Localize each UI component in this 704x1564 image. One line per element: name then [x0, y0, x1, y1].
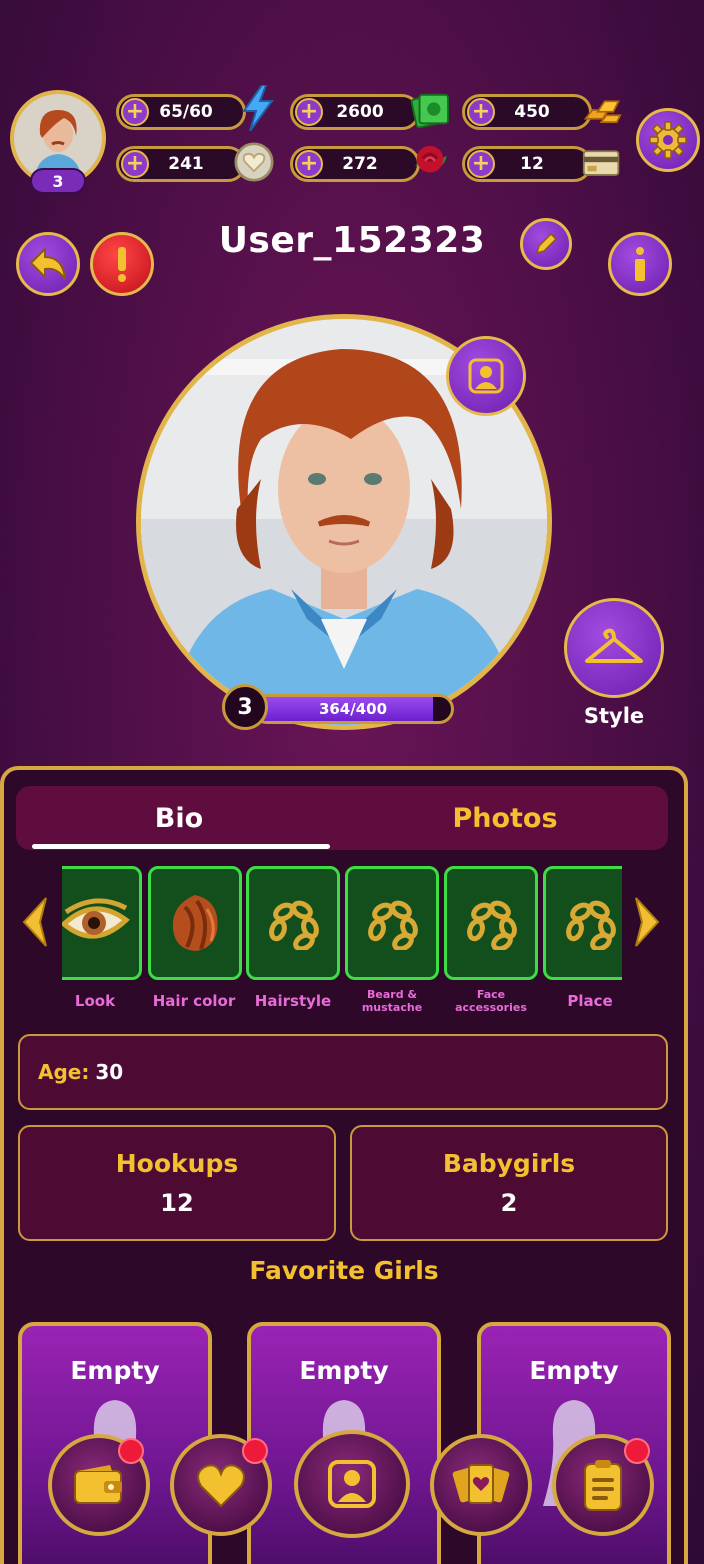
babygirls-box: Babygirls 2: [350, 1125, 668, 1241]
category-label-beard-mustache: Beard & mustache: [361, 988, 423, 1014]
username: User_152323: [218, 220, 486, 261]
hookups-label: Hookups: [115, 1149, 239, 1178]
hanger-icon: [585, 628, 643, 663]
category-card-face-accessories[interactable]: [444, 866, 538, 980]
xp-text: 364/400: [318, 700, 388, 718]
profile-card-icon: [328, 1460, 376, 1508]
hookups-value: 12: [160, 1189, 194, 1217]
favorite-girls-title: Favorite Girls: [249, 1256, 439, 1285]
pencil-icon: [535, 232, 558, 255]
category-label-look: Look: [74, 992, 116, 1010]
wallet-icon: [74, 1465, 122, 1504]
style-button[interactable]: [564, 598, 664, 698]
tab-active-indicator: [32, 844, 330, 849]
rose-icon: [410, 140, 450, 180]
add-gold-button[interactable]: +: [467, 98, 495, 126]
add-cash-button[interactable]: +: [295, 98, 323, 126]
hair-icon: [172, 895, 218, 951]
clipboard-icon: [584, 1460, 622, 1511]
eye-icon: [62, 898, 130, 939]
roses-value: 272: [342, 154, 378, 174]
tab-bio[interactable]: Bio: [16, 786, 342, 850]
favorite-slot-label: Empty: [70, 1356, 160, 1385]
change-portrait-button[interactable]: [446, 336, 526, 416]
heart-coin-icon: [234, 142, 274, 182]
info-button[interactable]: [608, 232, 672, 296]
energy-value: 65/60: [159, 102, 213, 122]
add-cards-button[interactable]: +: [467, 150, 495, 178]
gold-bars-icon: [582, 90, 622, 130]
settings-button[interactable]: [636, 108, 700, 172]
add-hearts-button[interactable]: +: [121, 150, 149, 178]
cards-counter[interactable]: + 12: [462, 146, 592, 182]
category-card-hair-color[interactable]: [148, 866, 242, 980]
category-label-face-accessories: Face accessories: [455, 988, 527, 1014]
carousel-next-button[interactable]: [630, 892, 664, 952]
chevron-left-icon: [22, 897, 47, 947]
style-label: Style: [583, 704, 645, 728]
cash-value: 2600: [336, 102, 384, 122]
category-card-beard-mustache[interactable]: [345, 866, 439, 980]
chain-icon: [566, 900, 616, 950]
gear-icon: [649, 121, 687, 159]
wallet-notification-badge: [118, 1438, 144, 1464]
favorite-slot-label: Empty: [529, 1356, 619, 1385]
lightning-icon: [238, 85, 278, 131]
chevron-right-icon: [635, 897, 660, 947]
roses-counter[interactable]: + 272: [290, 146, 420, 182]
category-card-look[interactable]: [62, 866, 142, 980]
cards-icon: [452, 1464, 510, 1504]
age-box: Age: 30: [18, 1034, 668, 1110]
info-icon: [635, 247, 645, 281]
cards-value: 12: [520, 154, 544, 174]
player-level-badge: 3: [30, 168, 86, 194]
tab-photos[interactable]: Photos: [342, 786, 668, 850]
energy-counter[interactable]: + 65/60: [116, 94, 246, 130]
category-label-hairstyle: Hairstyle: [254, 992, 332, 1010]
chain-icon: [269, 900, 319, 950]
category-label-hair-color: Hair color: [152, 992, 236, 1010]
portrait-frame-icon: [468, 358, 504, 394]
add-energy-button[interactable]: +: [121, 98, 149, 126]
gold-value: 450: [514, 102, 550, 122]
category-card-hairstyle[interactable]: [246, 866, 340, 980]
credit-card-icon: [582, 144, 622, 184]
age-label: Age:: [38, 1060, 90, 1084]
chain-icon: [467, 900, 517, 950]
category-card-place[interactable]: [543, 866, 622, 980]
cash-icon: [410, 90, 450, 130]
carousel-prev-button[interactable]: [18, 892, 52, 952]
xp-progress: 3 364/400: [222, 684, 454, 730]
category-label-place: Place: [567, 992, 613, 1010]
hookups-box: Hookups 12: [18, 1125, 336, 1241]
edit-name-button[interactable]: [520, 218, 572, 270]
add-roses-button[interactable]: +: [295, 150, 323, 178]
babygirls-label: Babygirls: [442, 1149, 576, 1178]
age-value: 30: [95, 1060, 124, 1084]
heart-icon: [197, 1464, 245, 1508]
hearts-value: 241: [168, 154, 204, 174]
hearts-counter[interactable]: + 241: [116, 146, 246, 182]
profile-tabs: Bio Photos: [16, 786, 668, 850]
nav-cards-button[interactable]: [430, 1434, 532, 1536]
chain-icon: [368, 900, 418, 950]
tasks-notification-badge: [624, 1438, 650, 1464]
favorite-slot-label: Empty: [299, 1356, 389, 1385]
babygirls-value: 2: [500, 1189, 518, 1217]
favorites-notification-badge: [242, 1438, 268, 1464]
cash-counter[interactable]: + 2600: [290, 94, 420, 130]
gold-counter[interactable]: + 450: [462, 94, 592, 130]
nav-profile-button[interactable]: [294, 1430, 410, 1538]
